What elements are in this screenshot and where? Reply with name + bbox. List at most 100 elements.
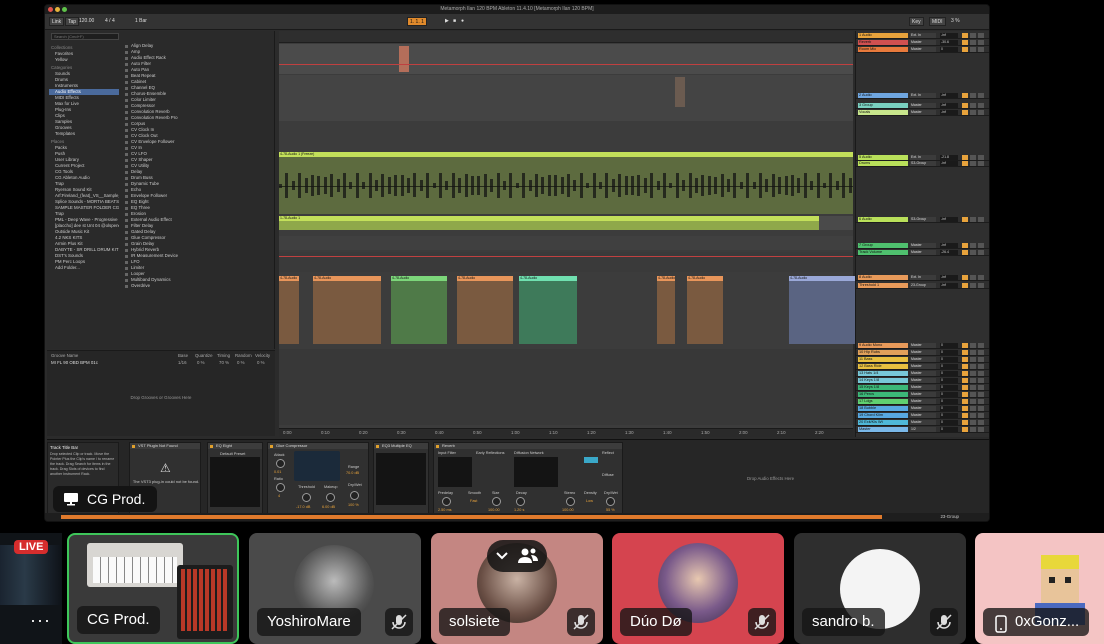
arm-button[interactable] [978, 40, 984, 45]
mixer-track[interactable]: 15 Keys 1/8 Master 0 [856, 385, 989, 391]
track-io[interactable]: Master [910, 350, 936, 355]
track-io[interactable]: Ext. In [910, 93, 936, 98]
track-volume[interactable]: -inf [940, 275, 958, 280]
collection-yellow[interactable]: Yellow [49, 57, 119, 63]
audio-clip[interactable] [675, 77, 685, 107]
eq-display[interactable] [210, 457, 260, 507]
mixer-track[interactable]: Track Volume Master -26.4 [856, 250, 989, 256]
track-io[interactable]: Master [910, 399, 936, 404]
track-name[interactable]: 20 Exit/Kls Wt [858, 420, 908, 425]
key-map-button[interactable]: Key [909, 17, 924, 26]
groove-row-base[interactable]: 1/16 [178, 360, 187, 365]
mixer-track[interactable]: 17 Ldgs Master 0 [856, 399, 989, 405]
track-io[interactable]: Ext. In [910, 275, 936, 280]
track-name[interactable]: 11 Bass [858, 357, 908, 362]
time-ruler[interactable]: 0:00 0:10 0:20 0:30 0:40 0:50 1:00 1:10 1:20 1:30… [279, 428, 853, 437]
mixer-track[interactable]: 13 Hats 1/4 Master 0 [856, 371, 989, 377]
arm-button[interactable] [978, 413, 984, 418]
stereo-value[interactable]: 100.00 [562, 508, 574, 512]
audio-clip[interactable]: 4-78-Audio 1 (Freeze) [279, 152, 853, 214]
track-volume[interactable]: -inf [940, 161, 958, 166]
track-io[interactable]: S3-Group [910, 217, 936, 222]
beat-ruler[interactable] [279, 31, 853, 43]
track-io[interactable]: Master [910, 40, 936, 45]
solo-button[interactable] [970, 110, 976, 115]
mixer-track[interactable]: 12 Bass Ride Master 0 [856, 364, 989, 370]
mixer-track[interactable]: 11 Bass Master 0 [856, 357, 989, 363]
track-io[interactable]: Master [910, 420, 936, 425]
track-activator[interactable] [962, 110, 968, 115]
solo-button[interactable] [970, 275, 976, 280]
track-lane[interactable]: 4-78-Audio 4-78-Audio 4-78-Audio 4-78-Au… [279, 276, 863, 344]
track-volume[interactable]: -21.8 [940, 155, 958, 160]
track-volume[interactable]: 0 [940, 343, 958, 348]
track-volume[interactable]: 0 [940, 413, 958, 418]
arm-button[interactable] [978, 47, 984, 52]
track-activator[interactable] [962, 155, 968, 160]
ratio-knob[interactable] [276, 483, 285, 492]
track-io[interactable]: Master [910, 364, 936, 369]
solo-button[interactable] [970, 399, 976, 404]
arm-button[interactable] [978, 93, 984, 98]
stereo-knob[interactable] [566, 497, 575, 506]
track-activator[interactable] [962, 93, 968, 98]
track-activator[interactable] [962, 283, 968, 288]
audio-clip[interactable] [399, 46, 409, 72]
arm-button[interactable] [978, 343, 984, 348]
mixer-track[interactable]: 19 Chord Klim Master 0 [856, 413, 989, 419]
solo-button[interactable] [970, 283, 976, 288]
track-lane[interactable] [279, 252, 853, 272]
track-volume[interactable]: 0 [940, 357, 958, 362]
track-volume[interactable]: 0 [940, 406, 958, 411]
track-activator[interactable] [962, 343, 968, 348]
track-volume[interactable]: -inf [940, 33, 958, 38]
mixer-track[interactable]: 7 Group Master -inf [856, 243, 989, 249]
density-value[interactable]: Low [586, 499, 593, 503]
solo-button[interactable] [970, 413, 976, 418]
track-volume[interactable]: 0 [940, 47, 958, 52]
audio-clip[interactable]: 4-78-Audio [657, 276, 675, 344]
audio-clip[interactable]: 4-78-Audio [457, 276, 513, 344]
track-activator[interactable] [962, 399, 968, 404]
solo-button[interactable] [970, 385, 976, 390]
track-activator[interactable] [962, 378, 968, 383]
mixer-track[interactable]: 14 Keys 1/8 Master 0 [856, 378, 989, 384]
arm-button[interactable] [978, 357, 984, 362]
predelay-value[interactable]: 2.50 ms [438, 508, 452, 512]
arrangement-position-field[interactable]: 1. 1. 1 [407, 17, 427, 26]
track-io[interactable]: 23-Group [910, 283, 936, 288]
more-icon[interactable]: ··· [30, 610, 51, 631]
range-value[interactable]: 70.0 dB [346, 471, 359, 475]
solo-button[interactable] [970, 161, 976, 166]
track-name[interactable]: Vocals [858, 110, 908, 115]
drywet-value[interactable]: 100 % [348, 503, 359, 507]
audio-clip[interactable]: 4-78-Audio [391, 276, 447, 344]
makeup-knob[interactable] [326, 493, 335, 502]
mixer-track[interactable]: 2 Audio Ext. In -inf [856, 93, 989, 99]
arm-button[interactable] [978, 392, 984, 397]
track-activator[interactable] [962, 427, 968, 432]
stop-icon[interactable]: ■ [453, 18, 456, 24]
browser-item[interactable]: Overdrive [123, 283, 269, 289]
solo-button[interactable] [970, 155, 976, 160]
track-activator[interactable] [962, 33, 968, 38]
track-activator[interactable] [962, 161, 968, 166]
minimize-window-icon[interactable] [55, 7, 60, 12]
arm-button[interactable] [978, 155, 984, 160]
mixer-track[interactable]: Room Mic Master 0 [856, 47, 989, 53]
groove-row-velocity[interactable]: 0 % [257, 360, 265, 365]
audio-clip[interactable]: 4-78-Audio [687, 276, 723, 344]
track-volume[interactable]: 0 [940, 378, 958, 383]
attack-value[interactable]: 0.01 [274, 470, 281, 474]
audio-clip[interactable]: 4-78-Audio [519, 276, 577, 344]
arm-button[interactable] [978, 161, 984, 166]
tempo-field[interactable]: 120.00 [79, 18, 94, 24]
mixer-track[interactable]: 3 Group Master -inf [856, 103, 989, 109]
track-io[interactable]: Master [910, 47, 936, 52]
track-volume[interactable]: -inf [940, 283, 958, 288]
track-lane[interactable] [279, 44, 853, 74]
browser-search-input[interactable]: Search (Cmd+F) [51, 33, 119, 40]
track-volume[interactable]: 0 [940, 399, 958, 404]
makeup-value[interactable]: 6.00 dB [322, 505, 335, 509]
track-name[interactable]: 18 Bubble [858, 406, 908, 411]
